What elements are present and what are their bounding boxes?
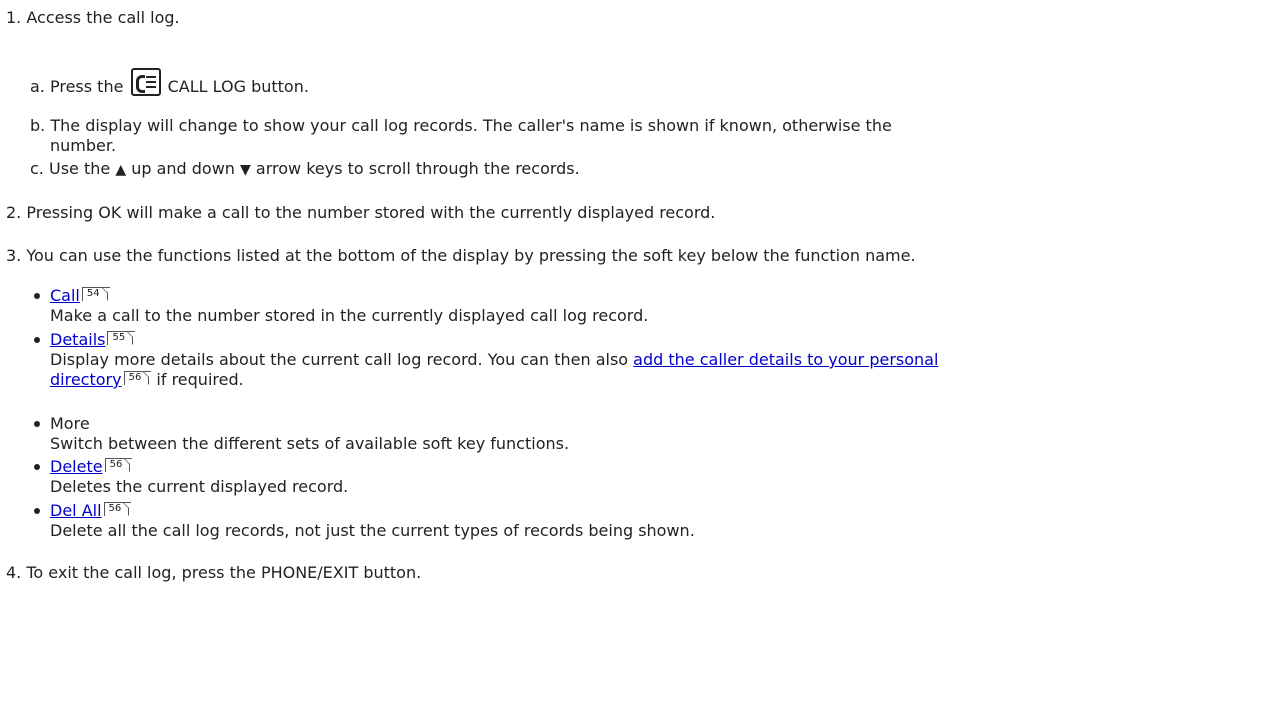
- step-letter: c.: [30, 159, 44, 178]
- function-description: Make a call to the number stored in the …: [50, 306, 649, 325]
- step-letter: b.: [30, 116, 46, 135]
- function-details-desc-cont: directory 56 if required.: [50, 370, 244, 390]
- add-to-directory-link[interactable]: add the caller details to your personal: [633, 350, 938, 369]
- step-1: 1. Access the call log.: [6, 8, 180, 28]
- del-all-link[interactable]: Del All: [50, 501, 102, 520]
- function-details: Details 55: [50, 330, 136, 350]
- step-text: To exit the call log, press the PHONE/EX…: [26, 563, 422, 582]
- function-description: Deletes the current displayed record.: [50, 477, 349, 496]
- directory-link[interactable]: directory: [50, 370, 122, 389]
- step-text: Press the: [49, 77, 124, 96]
- function-description: Display more details about the current c…: [50, 350, 629, 369]
- page-ref-icon[interactable]: 55: [107, 331, 136, 345]
- step-number: 4.: [6, 563, 22, 582]
- step-text: arrow keys to scroll through the records…: [255, 159, 580, 178]
- function-delete-desc: Deletes the current displayed record.: [50, 477, 348, 497]
- function-details-desc: Display more details about the current c…: [50, 350, 938, 370]
- step-text: CALL LOG button.: [167, 77, 309, 96]
- function-delall: Del All 56: [50, 501, 132, 521]
- function-description: Delete all the call log records, not jus…: [50, 521, 695, 540]
- delete-link[interactable]: Delete: [50, 457, 103, 476]
- function-call-desc: Make a call to the number stored in the …: [50, 306, 648, 326]
- more-label: More: [50, 414, 90, 433]
- page-ref-icon[interactable]: 56: [103, 502, 132, 516]
- details-link[interactable]: Details: [50, 330, 105, 349]
- step-number: 3.: [6, 246, 22, 265]
- call-log-icon: [130, 68, 161, 96]
- step-number: 1.: [6, 8, 22, 27]
- function-more: More: [50, 414, 90, 434]
- page-ref-icon[interactable]: 56: [104, 458, 133, 472]
- bullet: [34, 464, 40, 470]
- function-description: Switch between the different sets of ava…: [50, 434, 570, 453]
- function-description: if required.: [156, 370, 244, 389]
- step-2: 2. Pressing OK will make a call to the n…: [6, 203, 715, 223]
- step-text: up and down: [131, 159, 235, 178]
- function-more-desc: Switch between the different sets of ava…: [50, 434, 569, 454]
- step-letter: a.: [30, 77, 45, 96]
- bullet: [34, 293, 40, 299]
- bullet: [34, 421, 40, 427]
- step-text: The display will change to show your cal…: [50, 116, 892, 135]
- function-call: Call 54: [50, 286, 110, 306]
- step-1b-cont: number.: [50, 136, 116, 156]
- step-text: Use the: [48, 159, 111, 178]
- step-text: You can use the functions listed at the …: [26, 246, 916, 265]
- up-arrow-icon: ▲: [115, 162, 127, 178]
- step-number: 2.: [6, 203, 22, 222]
- step-text: Pressing OK will make a call to the numb…: [26, 203, 716, 222]
- bullet: [34, 508, 40, 514]
- call-link[interactable]: Call: [50, 286, 80, 305]
- bullet: [34, 337, 40, 343]
- step-1b: b. The display will change to show your …: [30, 116, 892, 136]
- function-delete: Delete 56: [50, 457, 133, 477]
- step-text: Access the call log.: [26, 8, 180, 27]
- page-ref-icon[interactable]: 54: [81, 287, 110, 301]
- down-arrow-icon: ▼: [240, 162, 251, 178]
- step-1a: a. Press the CALL LOG button.: [30, 68, 309, 97]
- step-3: 3. You can use the functions listed at t…: [6, 246, 916, 266]
- function-delall-desc: Delete all the call log records, not jus…: [50, 521, 695, 541]
- step-4: 4. To exit the call log, press the PHONE…: [6, 563, 421, 583]
- step-text: number.: [50, 136, 117, 155]
- page-ref-icon[interactable]: 56: [123, 371, 152, 385]
- step-1c: c. Use the ▲ up and down ▼ arrow keys to…: [30, 159, 580, 180]
